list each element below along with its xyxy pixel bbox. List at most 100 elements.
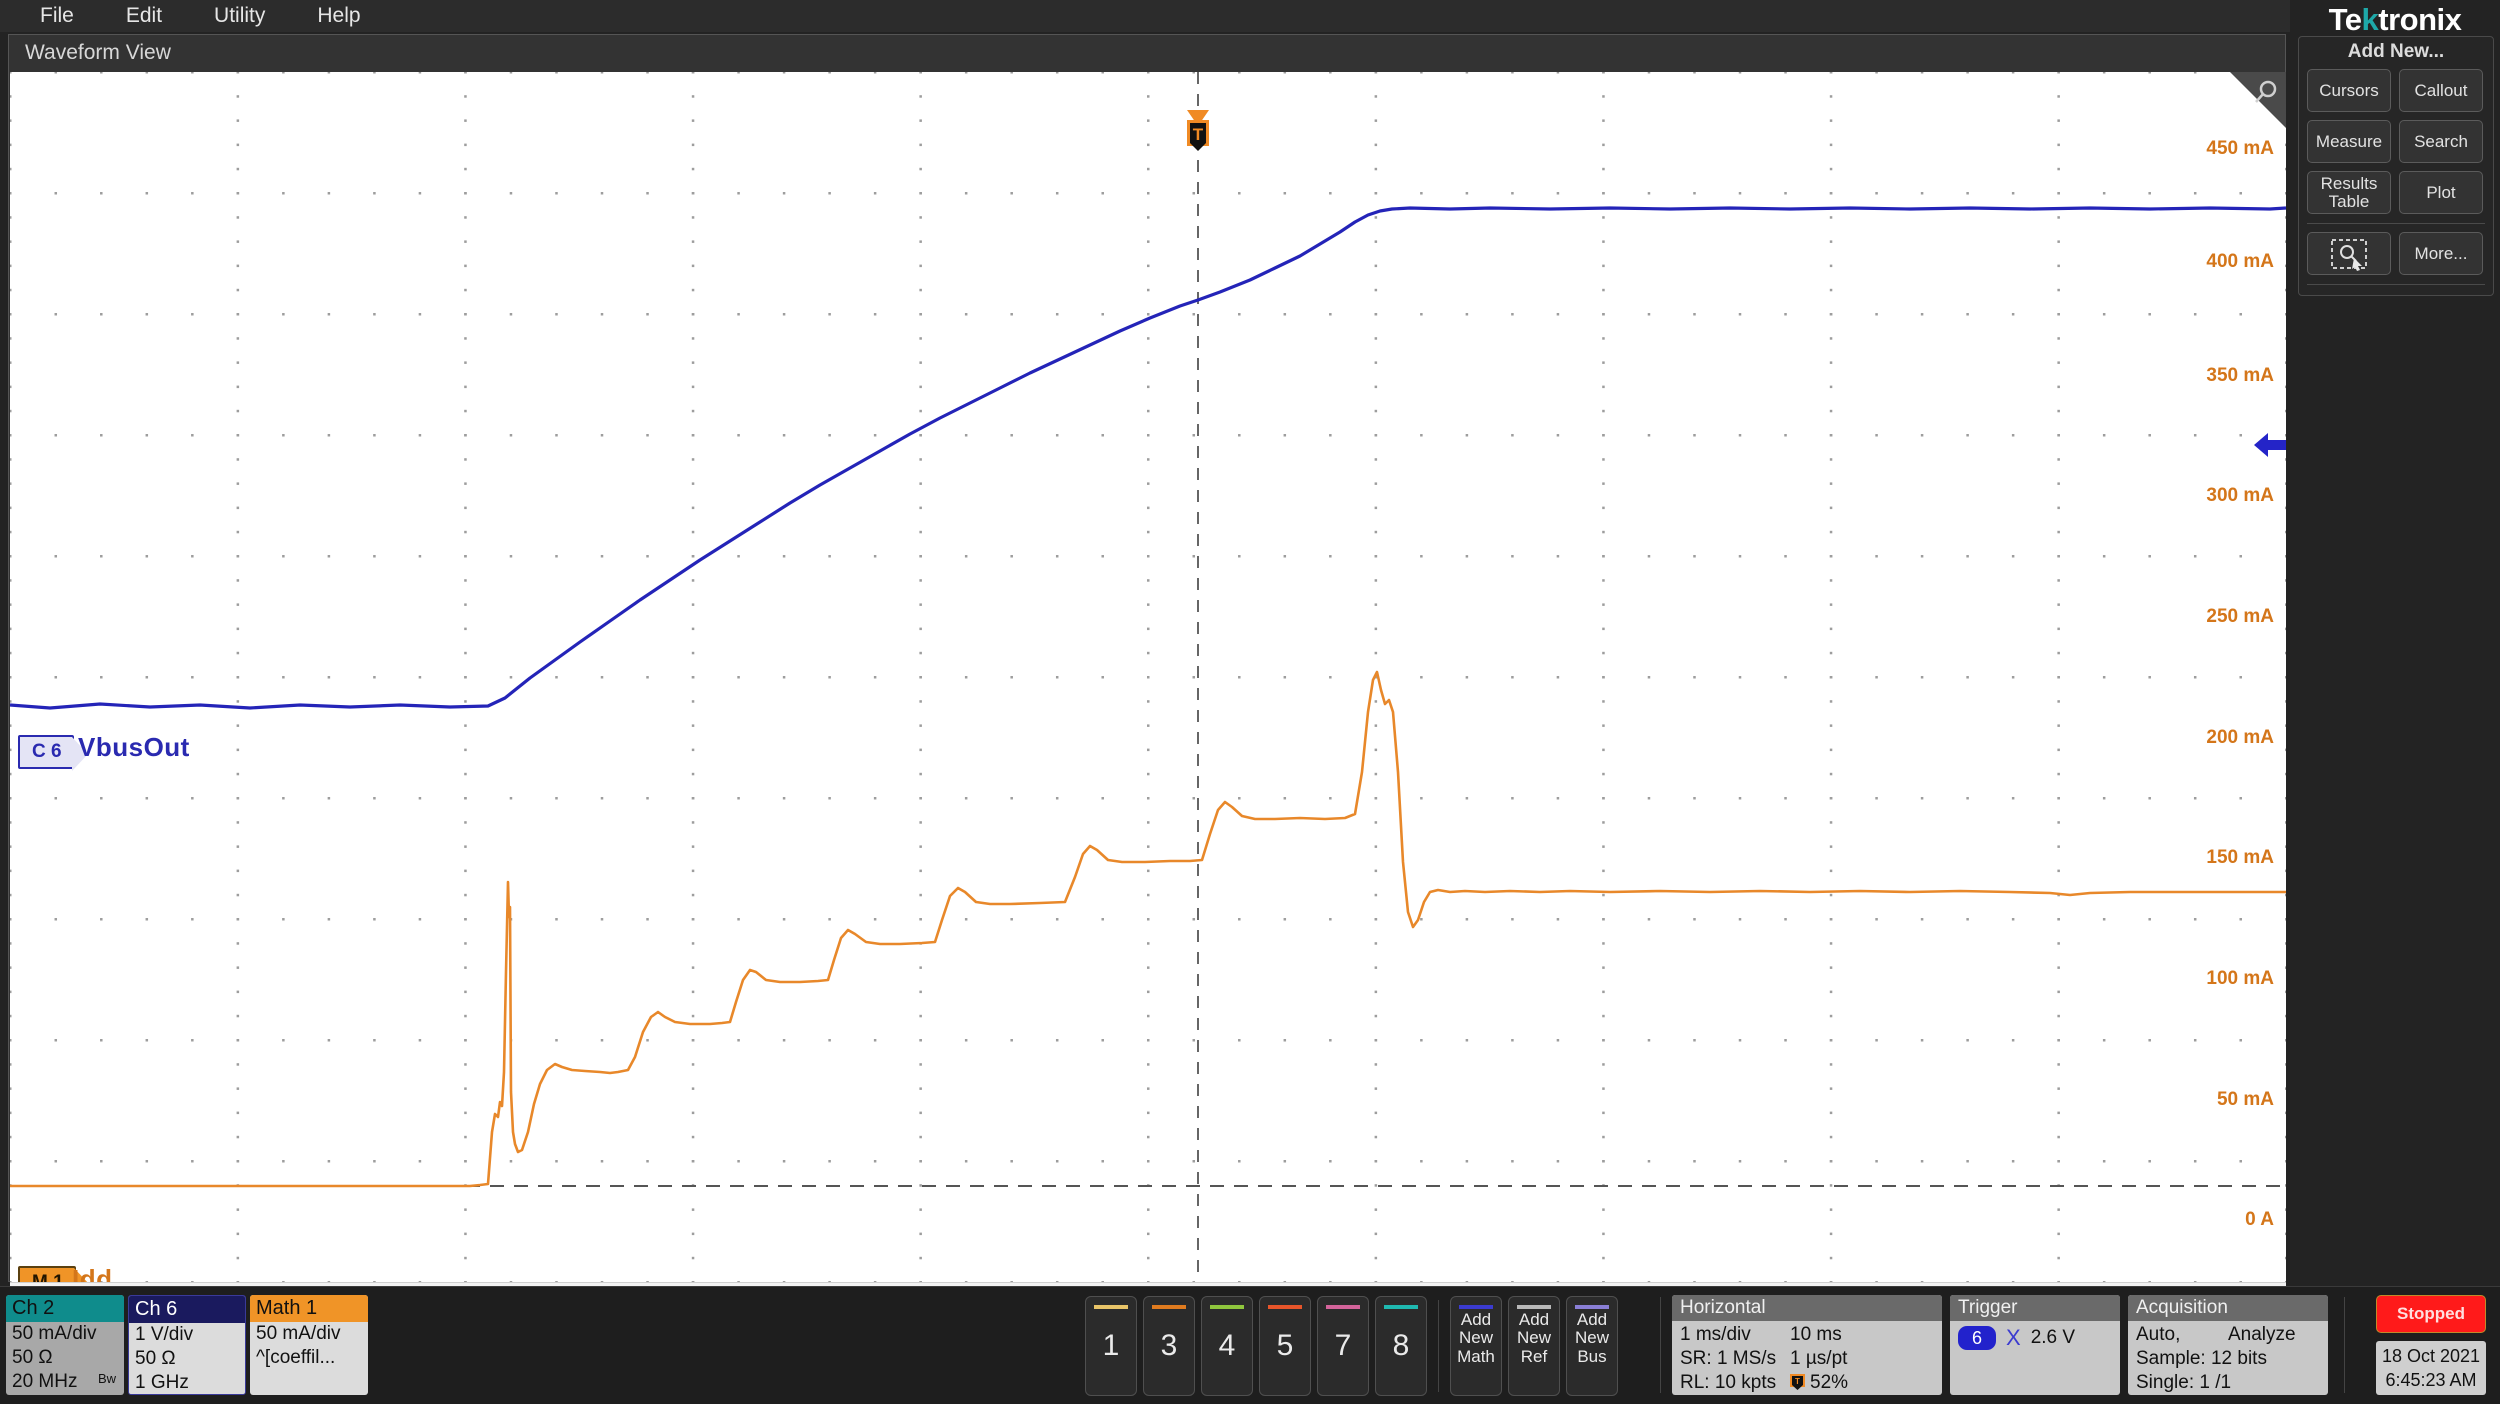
acquisition-mode: Auto, [2136,1324,2181,1345]
y-tick-450ma: 450 mA [2206,138,2274,159]
channel-button-1[interactable]: 1 [1085,1296,1137,1396]
button-separator [1438,1300,1439,1392]
channel-button-4-label: 4 [1218,1329,1236,1362]
zoom-area-icon [2331,238,2367,271]
add-new-ref-label: Add New Ref [1516,1310,1551,1366]
channel-badge-ch2[interactable]: Ch 2 50 mA/div 50 Ω 20 MHz Bw [6,1295,124,1395]
menu-item-edit[interactable]: Edit [100,0,188,32]
acquisition-panel[interactable]: Acquisition Auto, Analyze Sample: 12 bit… [2128,1295,2328,1395]
sample-rate: SR: 1 MS/s [1680,1348,1777,1369]
waveform-vbusout [10,206,2286,710]
bottom-separator-1 [1660,1297,1661,1393]
trigger-level-arrow[interactable] [2254,430,2286,460]
trigger-position-icon: T [1790,1374,1805,1390]
svg-text:T: T [1193,125,1204,144]
date-time-display: 18 Oct 2021 6:45:23 AM [2376,1341,2486,1395]
channel-color-bar [1094,1305,1128,1309]
menu-bar: File Edit Utility Help [0,0,2290,32]
trigger-source-badge[interactable]: 6 [1958,1326,1996,1350]
channel-badge-ch6[interactable]: Ch 6 1 V/div 50 Ω 1 GHz [128,1295,246,1395]
search-button[interactable]: Search [2399,120,2483,163]
trigger-marker[interactable]: T [1184,110,1212,154]
channel-button-7[interactable]: 7 [1317,1296,1369,1396]
add-new-bus-button[interactable]: Add New Bus [1566,1296,1618,1396]
horizontal-panel-body: 1 ms/div 10 ms SR: 1 MS/s 1 µs/pt RL: 10… [1672,1321,1942,1395]
channel-badge-math1[interactable]: Math 1 50 mA/div ^[coeffil... [250,1295,368,1395]
acquisition-single-count: Single: 1 /1 [2136,1372,2232,1393]
channel-button-5-label: 5 [1276,1329,1294,1362]
zoom-more-row: More... [2299,232,2493,275]
waveform-svg [10,72,2286,1282]
menu-item-help[interactable]: Help [291,0,386,32]
graticule-plot-area[interactable]: C 6 VbusOut M 1 Idd 450 mA 400 mA 350 mA… [10,72,2286,1282]
record-length: RL: 10 kpts [1680,1372,1777,1393]
horizontal-total-time: 10 ms [1790,1324,1842,1345]
date-value: 18 Oct 2021 [2381,1345,2481,1366]
menu-item-file[interactable]: File [14,0,100,32]
ch2-bw-value: 20 MHz [12,1371,78,1392]
channel-badge-math1-title: Math 1 [250,1295,368,1322]
channel-button-8[interactable]: 8 [1375,1296,1427,1396]
trigger-position-percent: 52% [1810,1372,1849,1393]
waveform-badge-c6[interactable]: C 6 [18,735,88,771]
channel-button-4[interactable]: 4 [1201,1296,1253,1396]
plot-button[interactable]: Plot [2399,171,2483,214]
more-button[interactable]: More... [2399,232,2483,275]
horizontal-panel[interactable]: Horizontal 1 ms/div 10 ms SR: 1 MS/s 1 µ… [1672,1295,1942,1395]
acquisition-panel-title: Acquisition [2128,1295,2328,1321]
add-new-ref-button[interactable]: Add New Ref [1508,1296,1560,1396]
channel-badge-ch6-impedance: 50 Ω [135,1348,176,1369]
results-table-button[interactable]: Results Table [2307,171,2391,214]
zoom-area-button[interactable] [2307,232,2391,275]
horizontal-sample-row: SR: 1 MS/s 1 µs/pt [1680,1347,1934,1371]
add-new-bus-label: Add New Bus [1574,1310,1609,1366]
trigger-source-row: 6 X 2.6 V [1958,1323,2112,1353]
time-value: 6:45:23 AM [2385,1370,2477,1390]
menu-item-utility[interactable]: Utility [188,0,291,32]
channel-badge-ch2-title: Ch 2 [6,1295,124,1322]
waveform-badge-c6-label: C 6 [32,741,62,762]
time-resolution: 1 µs/pt [1790,1348,1848,1369]
callout-button[interactable]: Callout [2399,69,2483,112]
channel-button-5[interactable]: 5 [1259,1296,1311,1396]
trigger-panel-title: Trigger [1950,1295,2120,1321]
measure-button[interactable]: Measure [2307,120,2391,163]
y-tick-250ma: 250 mA [2206,606,2274,627]
tektronix-logo: Tektronix [2328,2,2462,37]
add-new-panel: Add New... Cursors Callout Measure Searc… [2298,36,2494,296]
channel-color-bar [1326,1305,1360,1309]
y-tick-300ma: 300 mA [2206,485,2274,506]
bottom-separator-2 [2344,1297,2345,1393]
y-tick-0a: 0 A [2245,1209,2274,1230]
horizontal-scale: 1 ms/div [1680,1324,1751,1345]
waveform-badge-m1[interactable]: M 1 [18,1266,90,1282]
add-new-title: Add New... [2347,41,2445,62]
channel-button-1-label: 1 [1102,1329,1120,1362]
scope-screen: File Edit Utility Help Waveform View T [0,0,2500,1404]
add-new-button-grid: Cursors Callout Measure Search Results T… [2299,69,2493,214]
channel-color-bar [1210,1305,1244,1309]
y-tick-350ma: 350 mA [2206,365,2274,386]
channel-button-3[interactable]: 3 [1143,1296,1195,1396]
y-tick-200ma: 200 mA [2206,727,2274,748]
add-new-math-button[interactable]: Add New Math [1450,1296,1502,1396]
acquisition-mode-row: Auto, Analyze [2136,1323,2320,1347]
channel-color-bar [1152,1305,1186,1309]
waveform-label-idd: Idd [72,1264,113,1282]
sidebar-divider [2307,223,2485,224]
trigger-panel-body: 6 X 2.6 V [1950,1321,2120,1353]
right-sidebar: Tektronix Add New... Cursors Callout Mea… [2290,0,2500,1283]
waveform-view-panel: Waveform View T [8,34,2286,1318]
cursors-button[interactable]: Cursors [2307,69,2391,112]
channel-color-bar [1459,1305,1493,1309]
trigger-panel[interactable]: Trigger 6 X 2.6 V [1950,1295,2120,1395]
channel-badge-math1-scale: 50 mA/div [256,1323,341,1344]
run-stop-button[interactable]: Stopped [2376,1295,2486,1333]
channel-badge-ch6-scale: 1 V/div [135,1324,194,1345]
channel-color-bar [1575,1305,1609,1309]
zoom-icon[interactable] [2230,72,2286,128]
y-tick-100ma: 100 mA [2206,968,2274,989]
channel-badge-math1-expression: ^[coeffil... [256,1347,336,1368]
trigger-position-group: T 52% [1790,1371,1848,1395]
channel-badge-ch6-title: Ch 6 [129,1296,245,1323]
